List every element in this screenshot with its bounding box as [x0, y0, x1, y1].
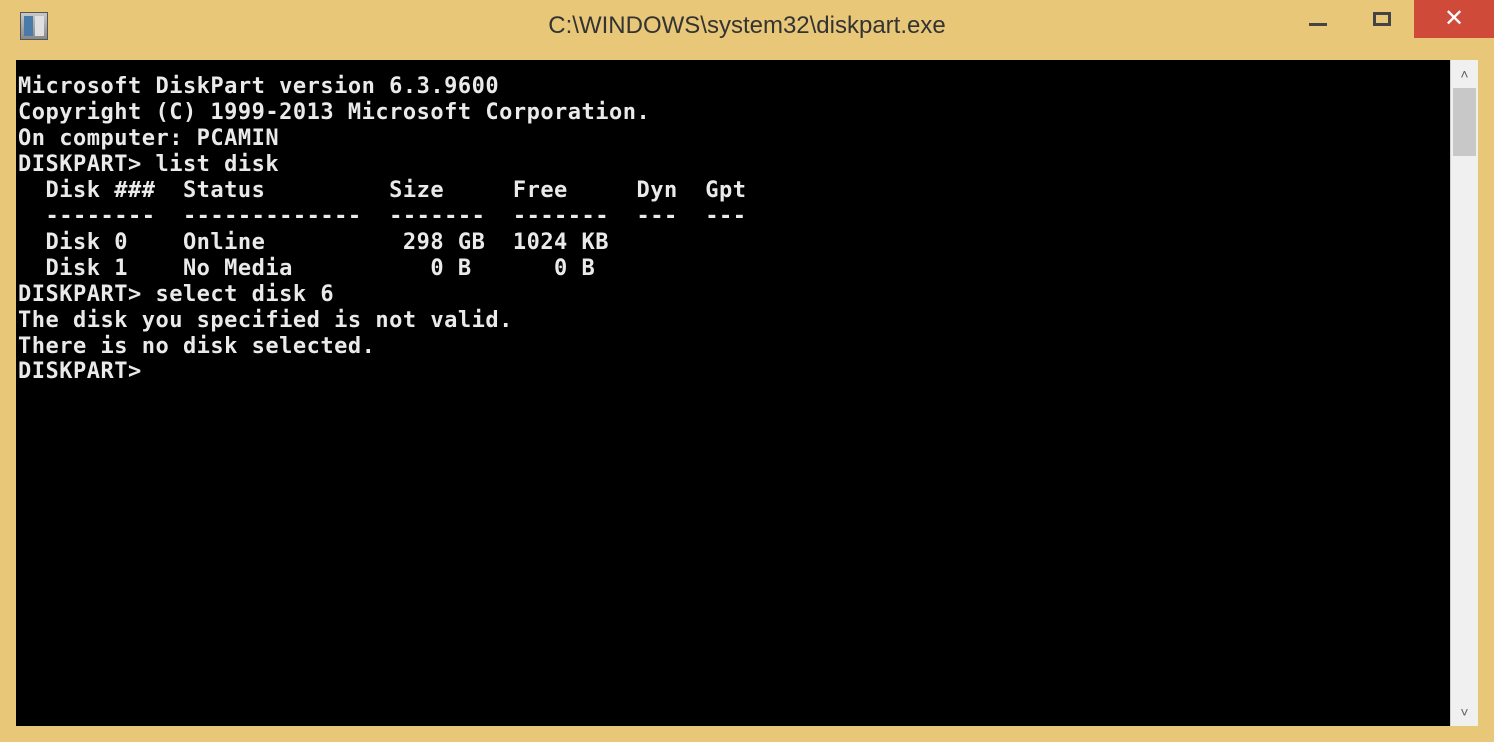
scroll-down-arrow-icon[interactable]: ˅	[1451, 698, 1478, 726]
scroll-up-arrow-icon[interactable]: ˄	[1451, 60, 1478, 88]
terminal-output[interactable]: Microsoft DiskPart version 6.3.9600Copyr…	[16, 60, 1450, 726]
version-line: Microsoft DiskPart version 6.3.9600	[18, 74, 1448, 100]
error-line: There is no disk selected.	[18, 334, 1448, 360]
error-line: The disk you specified is not valid.	[18, 308, 1448, 334]
maximize-icon	[1373, 12, 1391, 26]
prompt-line-2: DISKPART> select disk 6	[18, 282, 1448, 308]
table-row: Disk 1 No Media 0 B 0 B	[18, 256, 1448, 282]
titlebar[interactable]: C:\WINDOWS\system32\diskpart.exe ✕	[0, 0, 1494, 52]
close-button[interactable]: ✕	[1414, 0, 1494, 38]
scroll-track[interactable]	[1451, 88, 1478, 698]
copyright-line: Copyright (C) 1999-2013 Microsoft Corpor…	[18, 100, 1448, 126]
diskpart-window: C:\WINDOWS\system32\diskpart.exe ✕ Micro…	[0, 0, 1494, 742]
window-controls: ✕	[1286, 0, 1494, 38]
minimize-icon	[1309, 23, 1327, 26]
prompt-line-1: DISKPART> list disk	[18, 152, 1448, 178]
computer-line: On computer: PCAMIN	[18, 126, 1448, 152]
table-row: Disk 0 Online 298 GB 1024 KB	[18, 230, 1448, 256]
scroll-thumb[interactable]	[1453, 88, 1476, 156]
console-area: Microsoft DiskPart version 6.3.9600Copyr…	[16, 60, 1478, 726]
vertical-scrollbar[interactable]: ˄ ˅	[1450, 60, 1478, 726]
table-divider: -------- ------------- ------- ------- -…	[18, 204, 1448, 230]
app-icon	[20, 12, 48, 40]
table-header: Disk ### Status Size Free Dyn Gpt	[18, 178, 1448, 204]
prompt-line-3: DISKPART>	[18, 359, 1448, 385]
maximize-button[interactable]	[1350, 0, 1414, 38]
window-title: C:\WINDOWS\system32\diskpart.exe	[548, 12, 945, 40]
minimize-button[interactable]	[1286, 0, 1350, 38]
close-icon: ✕	[1444, 7, 1464, 31]
